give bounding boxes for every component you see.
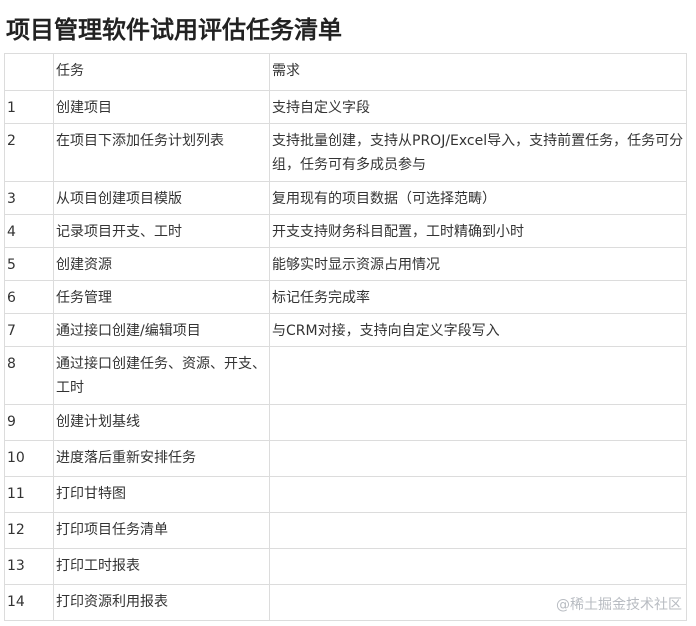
row-requirement: [269, 548, 687, 585]
row-number: 4: [4, 214, 54, 248]
row-number: 1: [4, 90, 54, 124]
document-title: 项目管理软件试用评估任务清单: [6, 16, 342, 44]
header-cell-task: 任务: [53, 53, 270, 91]
row-task: 任务管理: [53, 280, 270, 314]
row-requirement: 与CRM对接，支持向自定义字段写入: [269, 313, 687, 347]
row-task: 创建资源: [53, 247, 270, 281]
row-task: 记录项目开支、工时: [53, 214, 270, 248]
table-row: 12 打印项目任务清单: [4, 512, 687, 549]
table-row: 6 任务管理 标记任务完成率: [4, 280, 687, 314]
row-task: 通过接口创建任务、资源、开支、工时: [53, 346, 270, 405]
row-number: 12: [4, 512, 54, 549]
task-table: 任务 需求 1 创建项目 支持自定义字段 2 在项目下添加任务计划列表 支持批量…: [4, 53, 687, 621]
row-task: 从项目创建项目模版: [53, 181, 270, 215]
row-number: 9: [4, 404, 54, 441]
table-row: 13 打印工时报表: [4, 548, 687, 585]
table-row: 8 通过接口创建任务、资源、开支、工时: [4, 346, 687, 405]
row-number: 7: [4, 313, 54, 347]
row-requirement: 支持批量创建，支持从PROJ/Excel导入，支持前置任务，任务可分组，任务可有…: [269, 123, 687, 182]
row-number: 14: [4, 584, 54, 621]
row-number: 5: [4, 247, 54, 281]
row-requirement: 开支支持财务科目配置，工时精确到小时: [269, 214, 687, 248]
table-row: 3 从项目创建项目模版 复用现有的项目数据（可选择范畴）: [4, 181, 687, 215]
row-number: 11: [4, 476, 54, 513]
table-row: 4 记录项目开支、工时 开支支持财务科目配置，工时精确到小时: [4, 214, 687, 248]
row-requirement: [269, 346, 687, 405]
watermark-text: @稀土掘金技术社区: [556, 597, 682, 613]
row-requirement: [269, 404, 687, 441]
table-row: 7 通过接口创建/编辑项目 与CRM对接，支持向自定义字段写入: [4, 313, 687, 347]
row-requirement: 支持自定义字段: [269, 90, 687, 124]
table-row: 2 在项目下添加任务计划列表 支持批量创建，支持从PROJ/Excel导入，支持…: [4, 123, 687, 182]
table-row: 1 创建项目 支持自定义字段: [4, 90, 687, 124]
table-row: 5 创建资源 能够实时显示资源占用情况: [4, 247, 687, 281]
row-requirement: 标记任务完成率: [269, 280, 687, 314]
row-number: 3: [4, 181, 54, 215]
row-task: 通过接口创建/编辑项目: [53, 313, 270, 347]
row-number: 8: [4, 346, 54, 405]
table-row: 10 进度落后重新安排任务: [4, 440, 687, 477]
row-number: 2: [4, 123, 54, 182]
row-requirement: [269, 440, 687, 477]
row-requirement: 复用现有的项目数据（可选择范畴）: [269, 181, 687, 215]
row-task: 打印工时报表: [53, 548, 270, 585]
row-requirement: 能够实时显示资源占用情况: [269, 247, 687, 281]
row-task: 打印资源利用报表: [53, 584, 270, 621]
table-row: 9 创建计划基线: [4, 404, 687, 441]
row-task: 打印项目任务清单: [53, 512, 270, 549]
row-task: 进度落后重新安排任务: [53, 440, 270, 477]
row-number: 13: [4, 548, 54, 585]
header-cell-requirement: 需求: [269, 53, 687, 91]
row-requirement: [269, 476, 687, 513]
table-row: 11 打印甘特图: [4, 476, 687, 513]
table-header-row: 任务 需求: [4, 53, 687, 91]
row-number: 10: [4, 440, 54, 477]
header-cell-num: [4, 53, 54, 91]
row-number: 6: [4, 280, 54, 314]
row-task: 创建计划基线: [53, 404, 270, 441]
row-requirement: [269, 512, 687, 549]
row-task: 创建项目: [53, 90, 270, 124]
row-task: 在项目下添加任务计划列表: [53, 123, 270, 182]
row-task: 打印甘特图: [53, 476, 270, 513]
